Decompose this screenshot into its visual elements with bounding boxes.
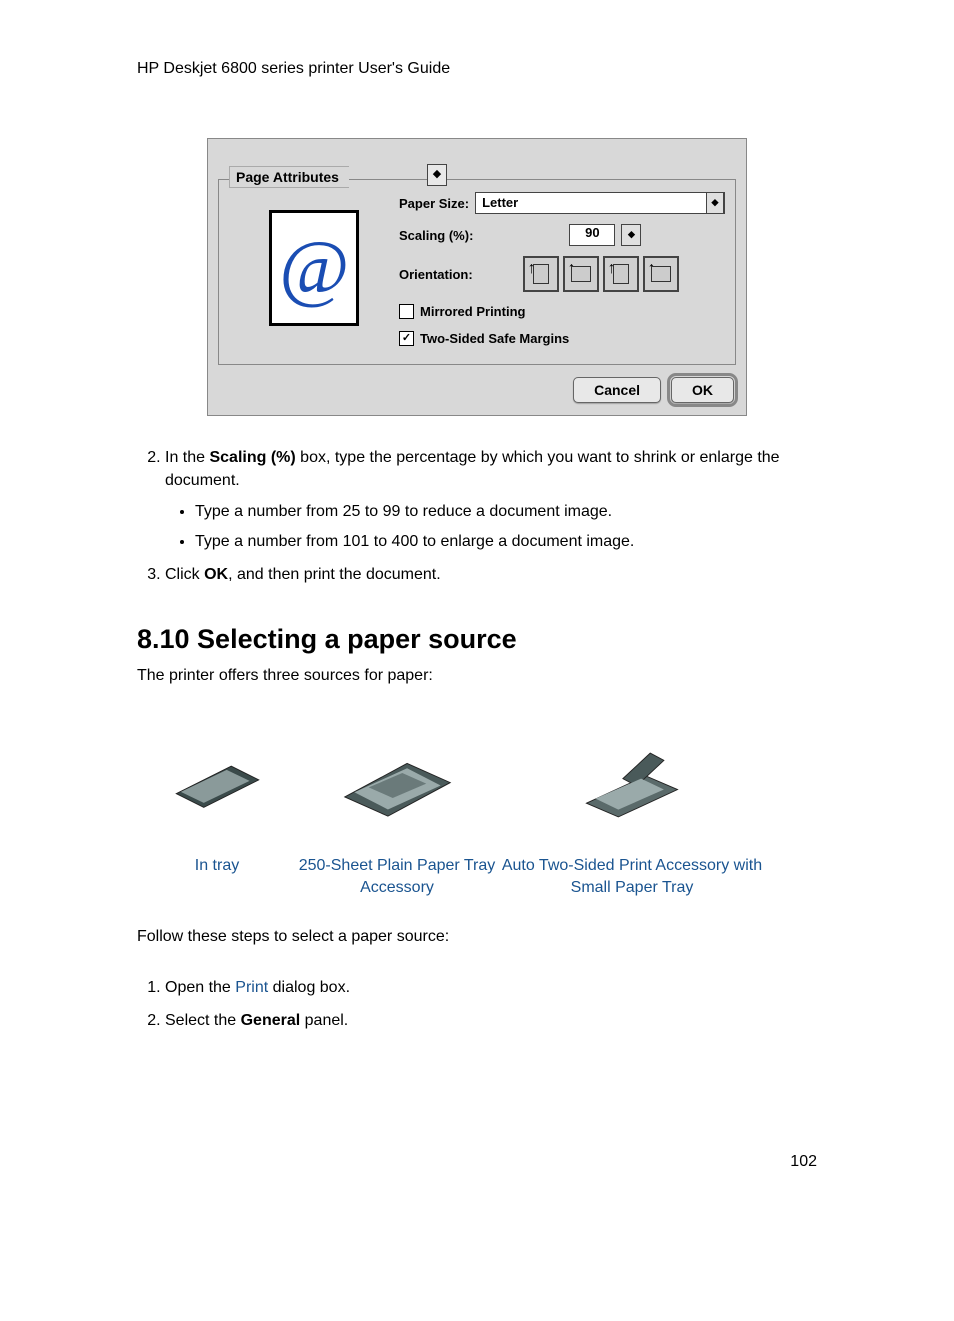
ok-button[interactable]: OK	[671, 377, 734, 403]
instructions-list: In the Scaling (%) box, type the percent…	[137, 446, 817, 586]
preview-thumbnail: @	[269, 210, 359, 326]
page-portrait-icon	[533, 264, 549, 284]
twosided-margins-checkbox[interactable]: ✓	[399, 331, 414, 346]
orientation-landscape-left-button[interactable]: ↑	[563, 256, 599, 292]
follow-steps-text: Follow these steps to select a paper sou…	[137, 928, 817, 946]
in-tray-image	[170, 735, 265, 835]
paper-source-table: In tray 250-Sheet Plain Paper Tray Acces…	[137, 735, 817, 898]
scaling-label: Scaling (%):	[399, 228, 473, 243]
list-item: Type a number from 101 to 400 to enlarge…	[195, 530, 817, 553]
at-icon: @	[279, 230, 349, 306]
list-item: Select the General panel.	[165, 1009, 817, 1032]
orientation-label: Orientation:	[399, 267, 473, 282]
list-item: Open the Print dialog box.	[165, 976, 817, 999]
250-sheet-tray-image	[340, 735, 455, 835]
orientation-landscape-right-button[interactable]: ↑	[643, 256, 679, 292]
page-header: HP Deskjet 6800 series printer User's Gu…	[137, 60, 817, 78]
in-tray-link[interactable]: In tray	[195, 855, 239, 877]
steps-list: Open the Print dialog box. Select the Ge…	[137, 976, 817, 1032]
fieldset-legend: Page Attributes	[229, 166, 349, 188]
list-item: Type a number from 25 to 99 to reduce a …	[195, 500, 817, 523]
250-sheet-tray-link[interactable]: 250-Sheet Plain Paper Tray Accessory	[297, 855, 497, 898]
mirrored-printing-checkbox[interactable]	[399, 304, 414, 319]
page-landscape-reverse-icon	[651, 266, 671, 282]
legend-dropdown-icon[interactable]: ◆	[427, 164, 447, 186]
cancel-button[interactable]: Cancel	[573, 377, 661, 403]
chevron-updown-icon[interactable]: ◆	[706, 192, 724, 214]
page-attributes-fieldset: Page Attributes ◆ @ Paper Size: Letter ◆	[218, 179, 736, 365]
page-portrait-reverse-icon	[613, 264, 629, 284]
paper-size-select[interactable]: Letter ◆	[475, 192, 725, 214]
list-item: Click OK, and then print the document.	[165, 563, 817, 586]
page-landscape-icon	[571, 266, 591, 282]
page-preview: @	[229, 192, 399, 346]
page-setup-dialog: Page Attributes ◆ @ Paper Size: Letter ◆	[207, 138, 747, 416]
page-number: 102	[137, 1153, 817, 1171]
auto-duplex-tray-link[interactable]: Auto Two-Sided Print Accessory with Smal…	[497, 855, 767, 898]
paper-size-label: Paper Size:	[399, 196, 469, 211]
orientation-portrait-reverse-button[interactable]: ↑	[603, 256, 639, 292]
section-title: 8.10 Selecting a paper source	[137, 624, 817, 655]
paper-size-value: Letter	[482, 195, 518, 210]
list-item: In the Scaling (%) box, type the percent…	[165, 446, 817, 553]
orientation-portrait-button[interactable]: ↑	[523, 256, 559, 292]
scaling-stepper-icon[interactable]: ◆	[621, 224, 641, 246]
scaling-input[interactable]: 90	[569, 224, 615, 246]
auto-duplex-tray-image	[577, 735, 687, 835]
section-intro: The printer offers three sources for pap…	[137, 667, 817, 685]
mirrored-printing-label: Mirrored Printing	[420, 304, 525, 319]
print-link[interactable]: Print	[235, 979, 268, 996]
twosided-margins-label: Two-Sided Safe Margins	[420, 331, 569, 346]
